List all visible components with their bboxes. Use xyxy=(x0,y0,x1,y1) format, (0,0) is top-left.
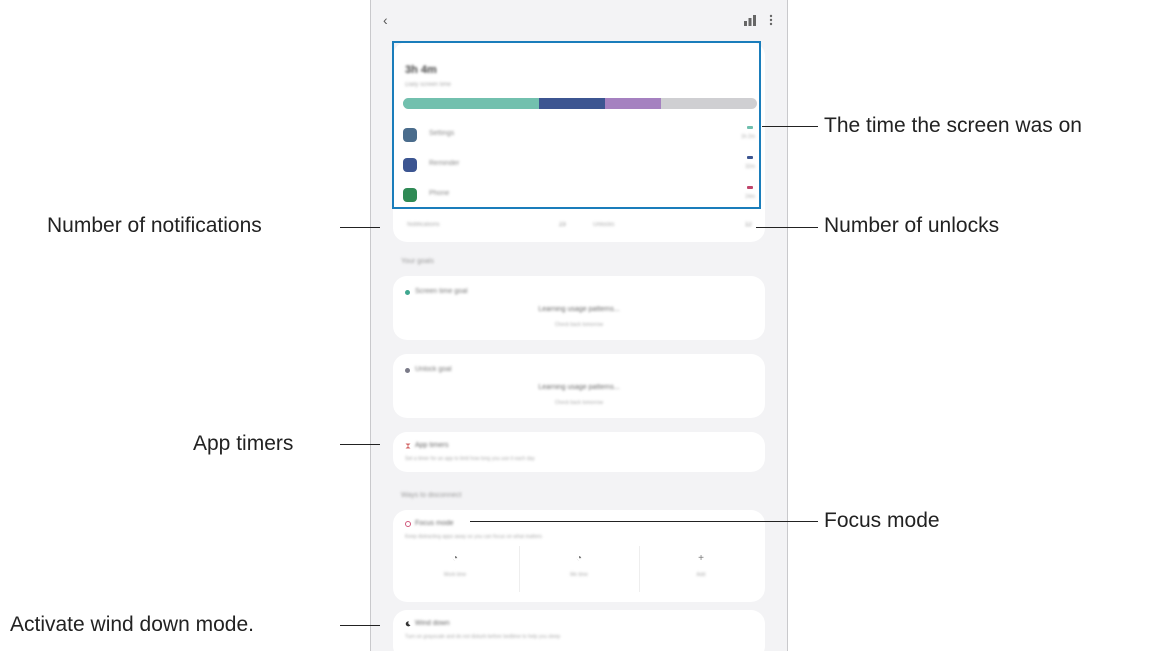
hourglass-icon xyxy=(405,443,411,449)
lock-icon xyxy=(405,368,410,373)
app-timers-description: Set a timer for an app to limit how long… xyxy=(405,456,535,462)
section-title-disconnect: Ways to disconnect xyxy=(401,492,462,499)
wind-down-card[interactable]: Wind down Turn on grayscale and do not d… xyxy=(393,610,765,651)
focus-option-work[interactable]: ◔ Work time xyxy=(405,553,505,579)
top-bar: ‹ xyxy=(371,0,787,40)
callout-wind-down: Activate wind down mode. xyxy=(10,613,254,636)
callout-line-wind-down xyxy=(340,625,380,626)
app-timers-card[interactable]: App timers Set a timer for an app to lim… xyxy=(393,432,765,472)
focus-option-label: Work time xyxy=(443,572,467,578)
section-title-goals: Your goals xyxy=(401,258,434,265)
callout-line-focus-mode xyxy=(470,521,818,522)
callout-line-screen-on xyxy=(762,126,818,127)
screen-time-goal-card[interactable]: Screen time goal Learning usage patterns… xyxy=(393,276,765,340)
focus-option-label: Add xyxy=(696,572,706,578)
more-options-icon[interactable] xyxy=(769,14,773,26)
back-icon[interactable]: ‹ xyxy=(383,12,399,28)
goal-dot-icon xyxy=(405,290,410,295)
goal-status: Learning usage patterns... xyxy=(538,384,620,391)
goal-note: Check back tomorrow xyxy=(554,400,604,406)
callout-app-timers: App timers xyxy=(193,432,294,455)
notifications-count: 23 xyxy=(559,222,566,228)
callout-focus-mode: Focus mode xyxy=(824,509,940,532)
add-icon: + xyxy=(698,553,704,564)
callout-notifications: Number of notifications xyxy=(47,214,262,237)
focus-mode-card[interactable]: Focus mode Keep distracting apps away so… xyxy=(393,510,765,602)
focus-option-add[interactable]: + Add xyxy=(651,553,751,579)
wind-down-title: Wind down xyxy=(415,620,450,627)
goal-title: Screen time goal xyxy=(415,288,468,295)
divider xyxy=(639,546,640,592)
focus-mode-description: Keep distracting apps away so you can fo… xyxy=(405,534,543,540)
callout-unlocks: Number of unlocks xyxy=(824,214,1000,237)
screen-time-highlight xyxy=(392,41,761,209)
goal-note: Check back tomorrow xyxy=(554,322,604,328)
focus-option-me[interactable]: ◔ Me time xyxy=(529,553,629,579)
moon-icon xyxy=(405,621,411,627)
wind-down-description: Turn on grayscale and do not disturb bef… xyxy=(405,634,561,640)
focus-option-label: Me time xyxy=(570,572,588,578)
focus-me-icon: ◔ xyxy=(575,553,583,564)
goal-status: Learning usage patterns... xyxy=(538,306,620,313)
notifications-label: Notifications xyxy=(407,222,440,228)
focus-mode-title: Focus mode xyxy=(415,520,454,527)
callout-line-unlocks xyxy=(756,227,818,228)
callout-screen-on: The time the screen was on xyxy=(824,114,1082,137)
callout-line-app-timers xyxy=(340,444,380,445)
focus-work-icon: ◔ xyxy=(451,553,459,564)
focus-icon xyxy=(405,521,411,527)
chart-icon[interactable] xyxy=(743,14,757,26)
unlocks-label: Unlocks xyxy=(593,222,615,228)
divider xyxy=(519,546,520,592)
app-timers-title: App timers xyxy=(415,442,449,449)
unlock-goal-card[interactable]: Unlock goal Learning usage patterns... C… xyxy=(393,354,765,418)
goal-title: Unlock goal xyxy=(415,366,452,373)
stats-row: Notifications 23 Unlocks 12 xyxy=(393,212,765,240)
callout-line-notifications xyxy=(340,227,380,228)
unlocks-count: 12 xyxy=(745,222,752,228)
